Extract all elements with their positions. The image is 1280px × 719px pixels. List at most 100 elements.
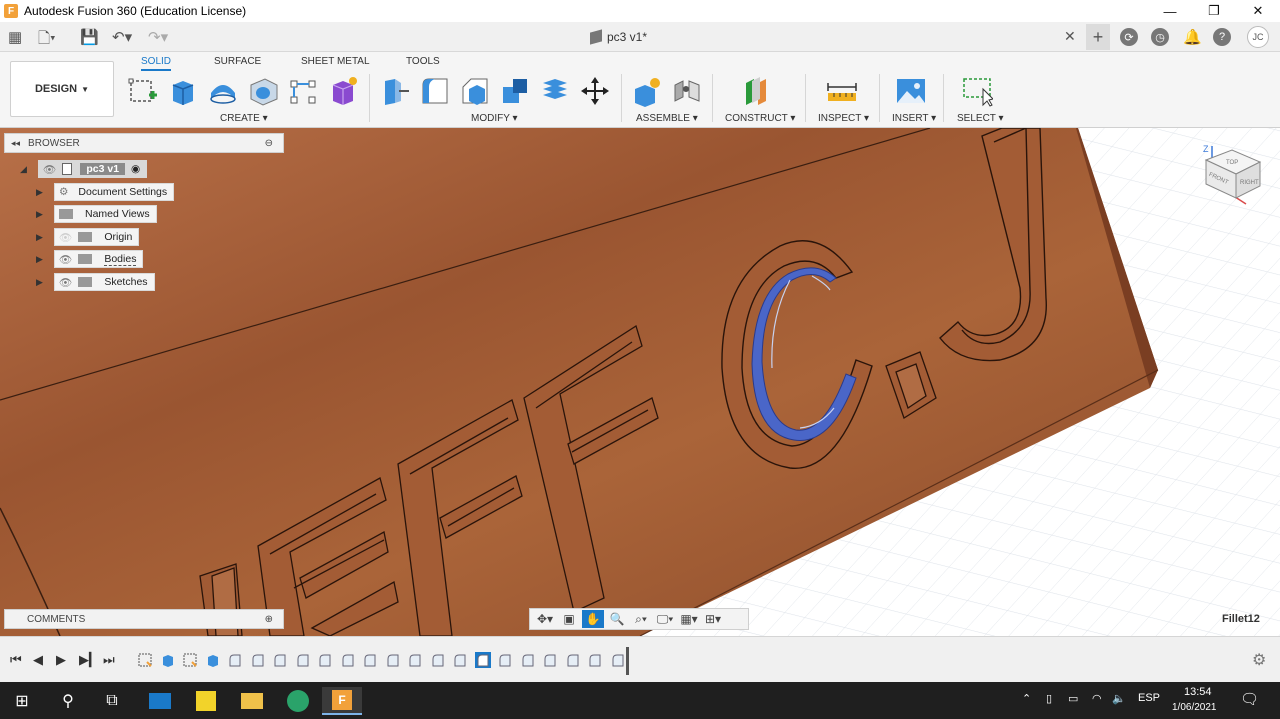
minimize-button[interactable]: — xyxy=(1148,0,1192,22)
step-back-icon[interactable]: ◀ xyxy=(33,652,43,668)
timeline-fillet-feature-icon[interactable] xyxy=(362,652,378,668)
activate-radio-icon[interactable]: ◉ xyxy=(131,163,140,175)
file-menu-icon[interactable]: 🗋▾ xyxy=(38,28,56,53)
collapse-panel-icon[interactable]: ◂◂ xyxy=(11,138,20,149)
windows-start-icon[interactable]: ⊞ xyxy=(2,687,42,715)
canvas-viewport[interactable]: TOP FRONT RIGHT Z xyxy=(0,128,1280,636)
insert-image-icon[interactable] xyxy=(895,75,927,107)
user-avatar[interactable]: JC xyxy=(1247,26,1269,48)
modify-menu[interactable]: MODIFY ▾ xyxy=(471,113,518,124)
visibility-eye-icon[interactable]: 👁 xyxy=(59,276,72,289)
expand-arrow-icon[interactable]: ▶ xyxy=(36,209,48,220)
grid-settings-icon[interactable]: ▦▾ xyxy=(678,610,700,628)
extrude-icon[interactable] xyxy=(167,75,199,107)
pattern-icon[interactable] xyxy=(287,75,319,107)
go-to-end-icon[interactable]: ⏭ xyxy=(103,652,115,668)
comments-panel[interactable]: COMMENTS ⊕ xyxy=(4,609,284,629)
search-icon[interactable]: ⚲ xyxy=(48,687,88,715)
timeline-fillet-feature-icon[interactable] xyxy=(272,652,288,668)
joint-icon[interactable] xyxy=(671,75,703,107)
create-form-icon[interactable] xyxy=(327,75,359,107)
timeline-fillet-feature-icon[interactable] xyxy=(587,652,603,668)
task-view-icon[interactable]: ⧉ xyxy=(92,687,132,715)
combine-icon[interactable] xyxy=(499,75,531,107)
timeline-fillet-feature-icon[interactable] xyxy=(317,652,333,668)
timeline-fillet-feature-icon[interactable] xyxy=(227,652,243,668)
undo-icon[interactable]: ↶▾ xyxy=(112,28,132,46)
mail-app-icon[interactable] xyxy=(140,687,180,715)
zoom-window-icon[interactable]: ⌕▾ xyxy=(630,610,652,628)
browser-item-named-views[interactable]: ▶ Named Views xyxy=(36,205,157,223)
notifications-bell-icon[interactable]: 🔔 xyxy=(1183,28,1202,46)
new-tab-button[interactable]: + xyxy=(1086,24,1110,50)
show-hidden-icons-icon[interactable]: ⌃ xyxy=(1022,692,1031,705)
expand-arrow-icon[interactable]: ▶ xyxy=(36,277,48,288)
wifi-icon[interactable]: ◠ xyxy=(1092,692,1102,705)
browser-root-row[interactable]: ◢ 👁 pc3 v1 ◉ xyxy=(20,160,148,178)
timeline-sketch-feature-icon[interactable] xyxy=(137,652,153,668)
timeline-fillet-feature-icon[interactable] xyxy=(497,652,513,668)
workspace-switcher[interactable]: DESIGN ▼ xyxy=(10,61,114,117)
timeline-sketch-feature-icon[interactable] xyxy=(182,652,198,668)
timeline-fillet-feature-icon[interactable] xyxy=(340,652,356,668)
timeline-fillet-feature-icon[interactable] xyxy=(542,652,558,668)
play-icon[interactable]: ▶ xyxy=(56,652,66,668)
look-at-icon[interactable]: ▣ xyxy=(558,610,580,628)
expand-arrow-icon[interactable]: ▶ xyxy=(36,187,48,198)
browser-item-bodies[interactable]: ▶ 👁 Bodies xyxy=(36,250,144,268)
sticky-notes-icon[interactable] xyxy=(186,687,226,715)
timeline-fillet-feature-icon[interactable] xyxy=(430,652,446,668)
visibility-eye-icon[interactable]: 👁 xyxy=(59,253,72,266)
device-icon[interactable]: ▯ xyxy=(1046,692,1052,705)
timeline-marker[interactable] xyxy=(626,647,629,675)
timeline-extrude-feature-icon[interactable] xyxy=(205,652,221,668)
timeline-fillet-feature-icon[interactable] xyxy=(295,652,311,668)
assemble-menu[interactable]: ASSEMBLE ▾ xyxy=(636,113,698,124)
redo-icon[interactable]: ↷▾ xyxy=(148,28,168,46)
settings-gear-icon[interactable]: ⚙ xyxy=(1252,650,1266,670)
tab-solid[interactable]: SOLID xyxy=(141,56,172,71)
add-comment-icon[interactable]: ⊕ xyxy=(265,614,273,625)
display-settings-icon[interactable]: 🖵▾ xyxy=(654,610,676,628)
file-explorer-icon[interactable] xyxy=(232,687,272,715)
expand-arrow-icon[interactable]: ▶ xyxy=(36,232,48,243)
fusion-taskbar-icon[interactable]: F xyxy=(322,687,362,715)
timeline-fillet-feature-icon[interactable] xyxy=(407,652,423,668)
close-window-button[interactable]: ✕ xyxy=(1236,0,1280,22)
measure-icon[interactable] xyxy=(826,75,858,107)
timeline-fillet-feature-icon[interactable] xyxy=(610,652,626,668)
browser-item-origin[interactable]: ▶ 👁 Origin xyxy=(36,228,140,246)
offset-plane-icon[interactable] xyxy=(742,75,774,107)
expand-arrow-icon[interactable]: ▶ xyxy=(36,254,48,265)
viewports-icon[interactable]: ⊞▾ xyxy=(702,610,724,628)
collapse-arrow-icon[interactable]: ◢ xyxy=(20,164,32,175)
shell-icon[interactable] xyxy=(539,75,571,107)
save-icon[interactable]: 💾 xyxy=(80,28,99,46)
timeline-fillet-feature-icon[interactable] xyxy=(474,652,491,668)
timeline-fillet-feature-icon[interactable] xyxy=(452,652,468,668)
panel-toggle-icon[interactable]: ⊖ xyxy=(265,138,273,149)
tab-sheet-metal[interactable]: SHEET METAL xyxy=(301,56,370,67)
window-select-icon[interactable] xyxy=(961,75,993,107)
job-status-icon[interactable]: ◷ xyxy=(1151,28,1169,46)
clock-date[interactable]: 1/06/2021 xyxy=(1172,702,1217,713)
create-menu[interactable]: CREATE ▾ xyxy=(220,113,268,124)
extensions-icon[interactable]: ⟳ xyxy=(1120,28,1138,46)
chamfer-icon[interactable] xyxy=(459,75,491,107)
volume-icon[interactable]: 🔈 xyxy=(1112,692,1126,705)
orbit-icon[interactable]: ✥▾ xyxy=(534,610,556,628)
timeline-fillet-feature-icon[interactable] xyxy=(250,652,266,668)
hole-icon[interactable] xyxy=(247,75,279,107)
construct-menu[interactable]: CONSTRUCT ▾ xyxy=(725,113,795,124)
timeline-fillet-feature-icon[interactable] xyxy=(520,652,536,668)
battery-icon[interactable]: ▭ xyxy=(1068,692,1078,705)
timeline-fillet-feature-icon[interactable] xyxy=(385,652,401,668)
pan-hand-icon[interactable]: ✋ xyxy=(582,610,604,628)
step-forward-icon[interactable]: ▶▎ xyxy=(79,652,99,668)
revolve-icon[interactable] xyxy=(207,75,239,107)
visibility-eye-icon[interactable]: 👁 xyxy=(43,163,56,176)
maximize-button[interactable]: ❐ xyxy=(1192,0,1236,22)
timeline-fillet-feature-icon[interactable] xyxy=(565,652,581,668)
fillet-icon[interactable] xyxy=(419,75,451,107)
timeline-extrude-feature-icon[interactable] xyxy=(160,652,176,668)
